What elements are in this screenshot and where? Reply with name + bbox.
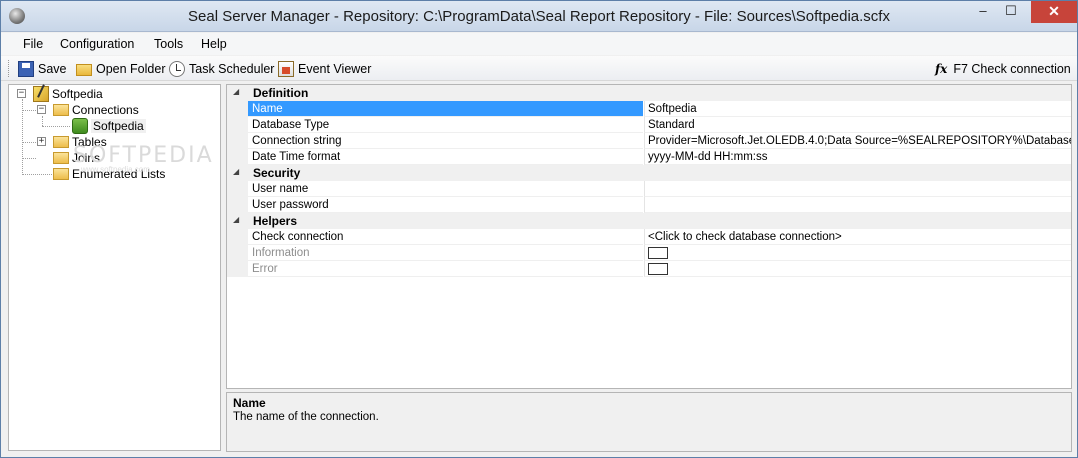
tree-line [42, 116, 43, 126]
description-panel: Name The name of the connection. [226, 392, 1072, 452]
property-name[interactable]: User password [248, 197, 643, 213]
category-label: Definition [253, 86, 309, 100]
property-value[interactable] [644, 245, 1071, 261]
tree-line [42, 126, 70, 127]
collapse-connections-toggle[interactable]: − [37, 105, 46, 114]
description-text: The name of the connection. [233, 411, 379, 423]
close-button[interactable]: ✕ [1031, 1, 1077, 23]
property-name[interactable]: Error [248, 261, 643, 277]
save-button[interactable]: Save [18, 59, 67, 78]
category-label: Security [253, 166, 301, 180]
save-icon [18, 60, 34, 77]
tree-root[interactable]: Softpedia [33, 86, 103, 102]
property-row-name[interactable]: Name Softpedia [227, 101, 1071, 117]
menu-help[interactable]: Help [201, 37, 227, 51]
property-value[interactable]: Softpedia [644, 101, 1071, 117]
event-viewer-button[interactable]: Event Viewer [278, 59, 371, 78]
property-value[interactable]: Provider=Microsoft.Jet.OLEDB.4.0;Data So… [644, 133, 1071, 149]
open-folder-button[interactable]: Open Folder [76, 59, 165, 78]
main-window: Seal Server Manager - Repository: C:\Pro… [0, 0, 1078, 458]
property-value[interactable] [644, 181, 1071, 197]
property-row-date-time-format[interactable]: Date Time format yyyy-MM-dd HH:mm:ss [227, 149, 1071, 165]
category-label: Helpers [253, 214, 298, 228]
open-folder-label: Open Folder [96, 61, 166, 76]
source-tree[interactable]: − Softpedia − Connections Softpedia + Ta… [8, 84, 221, 451]
property-value[interactable]: yyyy-MM-dd HH:mm:ss [644, 149, 1071, 165]
tree-line [22, 158, 36, 159]
tree-item-connections[interactable]: Connections [53, 102, 139, 118]
category-definition[interactable]: ◢ Definition [227, 85, 1071, 101]
collapse-category-icon[interactable]: ◢ [233, 87, 239, 96]
toolbar: Save Open Folder Task Scheduler Event Vi… [1, 56, 1077, 81]
tree-line [22, 174, 52, 175]
title-bar[interactable]: Seal Server Manager - Repository: C:\Pro… [1, 1, 1077, 32]
property-value[interactable] [644, 197, 1071, 213]
menu-configuration[interactable]: Configuration [60, 37, 134, 51]
property-value[interactable]: Standard [644, 117, 1071, 133]
folder-icon [53, 104, 69, 116]
minimize-button[interactable]: – [969, 1, 997, 23]
repository-icon [33, 86, 49, 102]
category-helpers[interactable]: ◢ Helpers [227, 213, 1071, 229]
window-title: Seal Server Manager - Repository: C:\Pro… [188, 8, 890, 25]
property-name[interactable]: User name [248, 181, 643, 197]
tree-item-connection-softpedia[interactable]: Softpedia [72, 118, 146, 134]
property-name[interactable]: Database Type [248, 117, 643, 133]
clock-icon [169, 60, 185, 77]
folder-icon [53, 136, 69, 148]
tree-item-connection-label: Softpedia [91, 119, 146, 133]
property-name[interactable]: Name [248, 101, 643, 117]
menu-bar: File Configuration Tools Help [1, 33, 1077, 55]
toolbar-grip[interactable] [8, 60, 11, 77]
check-connection-label: F7 Check connection [953, 61, 1071, 76]
information-value-box[interactable] [648, 247, 668, 259]
folder-icon [76, 63, 92, 76]
property-name[interactable]: Information [248, 245, 643, 261]
property-name[interactable]: Date Time format [248, 149, 643, 165]
property-row-database-type[interactable]: Database Type Standard [227, 117, 1071, 133]
folder-icon [53, 168, 69, 180]
property-name[interactable]: Check connection [248, 229, 643, 245]
expand-tables-toggle[interactable]: + [37, 137, 46, 146]
folder-icon [53, 152, 69, 164]
property-name[interactable]: Connection string [248, 133, 643, 149]
collapse-category-icon[interactable]: ◢ [233, 167, 239, 176]
watermark-url: www.softpedia.com [81, 165, 150, 174]
tree-item-connections-label: Connections [72, 103, 139, 117]
task-scheduler-button[interactable]: Task Scheduler [169, 59, 274, 78]
property-grid[interactable]: ◢ Definition Name Softpedia Database Typ… [226, 84, 1072, 389]
category-security[interactable]: ◢ Security [227, 165, 1071, 181]
property-value[interactable] [644, 261, 1071, 277]
tree-line [22, 110, 36, 111]
connection-icon [72, 118, 88, 134]
property-row-connection-string[interactable]: Connection string Provider=Microsoft.Jet… [227, 133, 1071, 149]
save-label: Save [38, 61, 67, 76]
property-row-information[interactable]: Information [227, 245, 1071, 261]
property-row-error[interactable]: Error [227, 261, 1071, 277]
function-icon: fx [935, 61, 948, 76]
collapse-root-toggle[interactable]: − [17, 89, 26, 98]
collapse-category-icon[interactable]: ◢ [233, 215, 239, 224]
menu-file[interactable]: File [23, 37, 43, 51]
property-row-user-name[interactable]: User name [227, 181, 1071, 197]
tree-line [22, 142, 36, 143]
event-viewer-icon [278, 60, 294, 77]
tree-root-label: Softpedia [52, 87, 103, 101]
property-row-check-connection[interactable]: Check connection <Click to check databas… [227, 229, 1071, 245]
description-title: Name [233, 396, 266, 410]
event-viewer-label: Event Viewer [298, 61, 372, 76]
property-row-user-password[interactable]: User password [227, 197, 1071, 213]
check-connection-link[interactable]: <Click to check database connection> [644, 229, 1071, 245]
check-connection-button[interactable]: fx F7 Check connection [935, 59, 1071, 78]
task-scheduler-label: Task Scheduler [189, 61, 275, 76]
maximize-button[interactable]: ☐ [997, 1, 1025, 23]
menu-tools[interactable]: Tools [154, 37, 183, 51]
error-value-box[interactable] [648, 263, 668, 275]
